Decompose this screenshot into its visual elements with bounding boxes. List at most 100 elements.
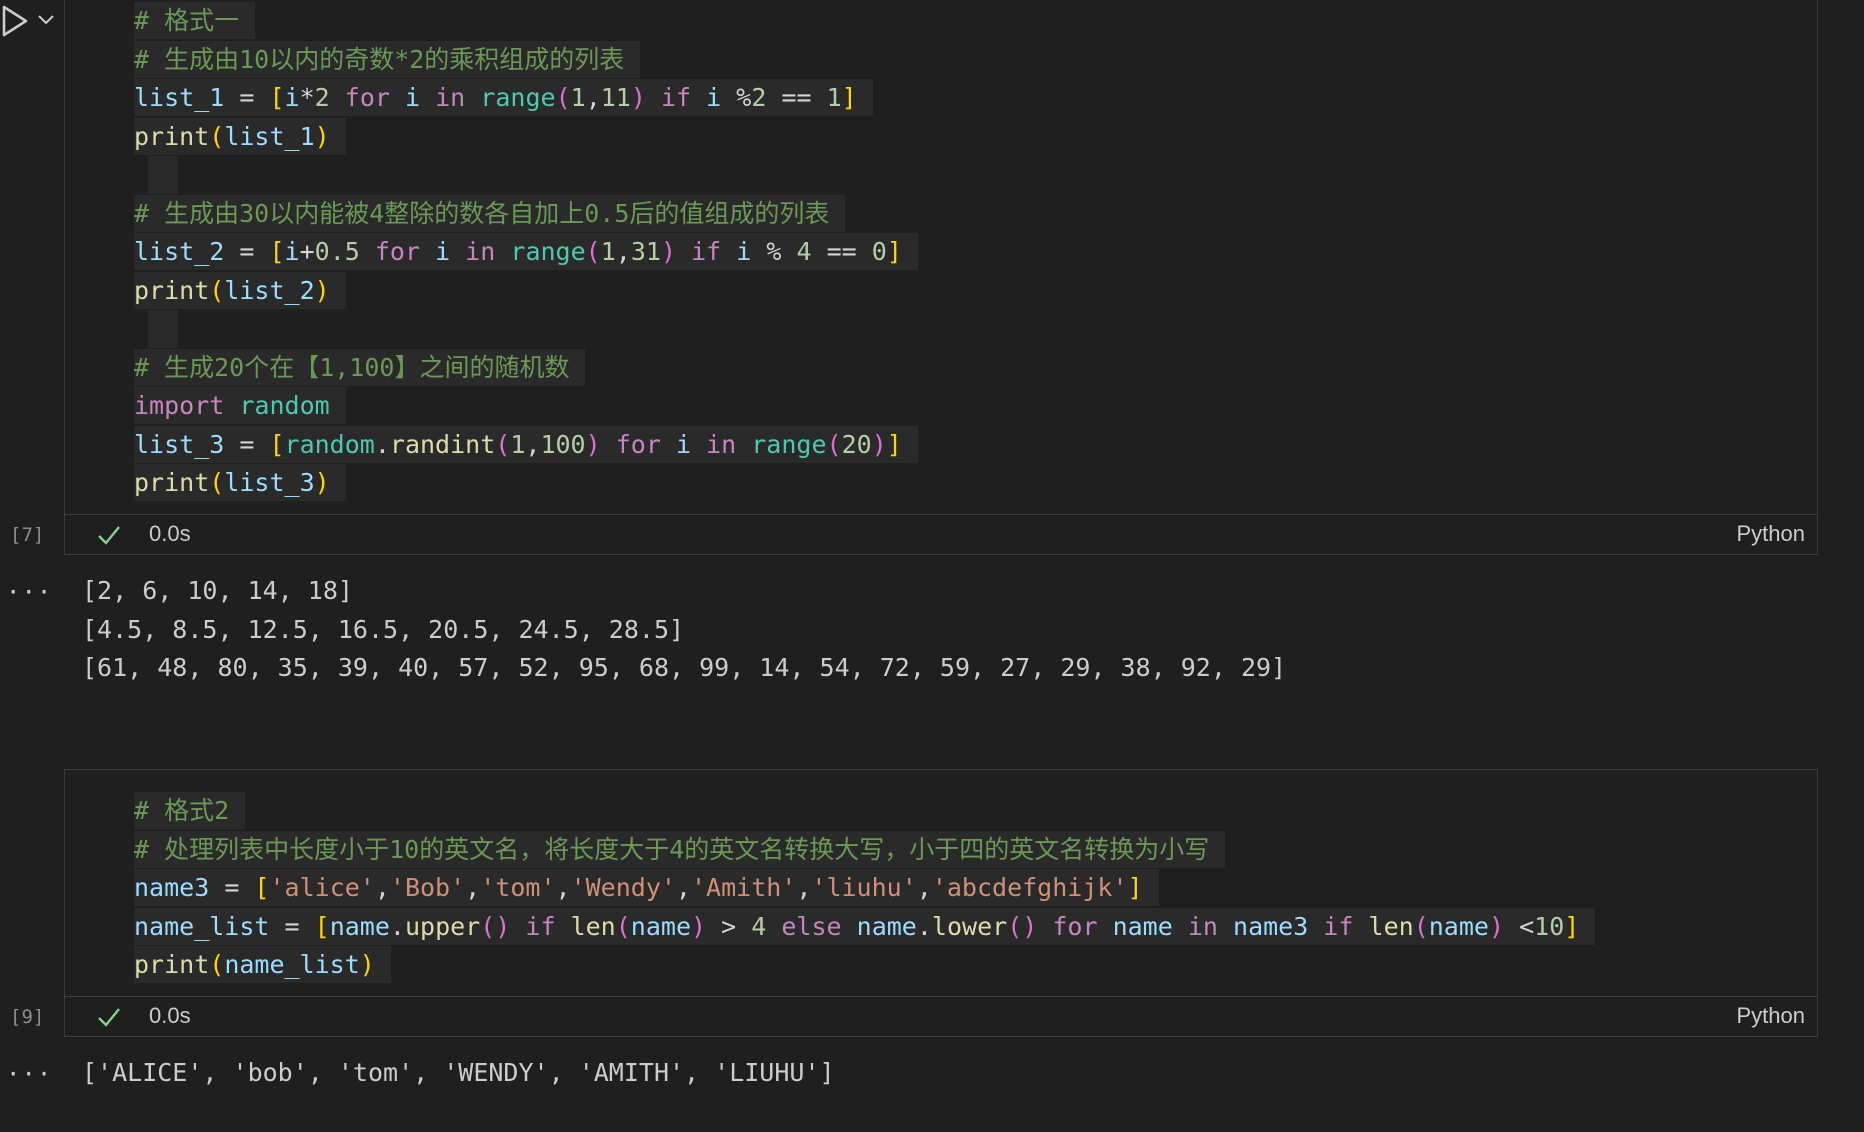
code-token: range: [751, 429, 827, 459]
code-token: ,: [585, 83, 601, 112]
code-line[interactable]: # 生成由10以内的奇数*2的乘积组成的列表: [134, 40, 641, 79]
code-token: 1: [600, 237, 616, 266]
code-token: +: [299, 237, 315, 266]
code-token: [: [269, 429, 285, 459]
code-token: =: [209, 873, 255, 902]
code-token: <: [1504, 911, 1535, 941]
code-token: 0.5: [314, 237, 360, 266]
code-token: [: [269, 237, 285, 266]
code-token: list_2: [134, 237, 225, 266]
code-token: ]: [841, 83, 857, 112]
code-token: (): [480, 911, 511, 941]
code-line[interactable]: print(list_1): [134, 117, 346, 156]
cell-language[interactable]: Python: [1737, 1003, 1806, 1029]
code-line[interactable]: list_1 = [i*2 for i in range(1,11) if i …: [134, 79, 873, 117]
code-token: 100: [540, 429, 586, 459]
code-token: if: [691, 237, 722, 266]
code-token: 1: [510, 429, 526, 459]
code-token: i: [675, 429, 692, 459]
code-token: 'Amith': [690, 873, 797, 902]
output-more-button[interactable]: ···: [6, 578, 52, 606]
code-token: print: [134, 468, 210, 497]
output-line: [4.5, 8.5, 12.5, 16.5, 20.5, 24.5, 28.5]: [82, 614, 685, 644]
code-token: random: [239, 391, 330, 420]
code-token: list_2: [224, 275, 315, 305]
code-token: if: [525, 911, 556, 941]
chevron-down-icon[interactable]: [36, 10, 56, 30]
output-more-button[interactable]: ···: [6, 1060, 52, 1088]
code-line[interactable]: print(list_2): [134, 271, 346, 310]
code-token: for: [1052, 911, 1098, 941]
code-token: (: [209, 121, 225, 151]
code-line[interactable]: list_2 = [i+0.5 for i in range(1,31) if …: [134, 233, 918, 271]
code-line[interactable]: name_list = [name.upper() if len(name) >…: [134, 907, 1596, 946]
code-token: ]: [1564, 911, 1580, 941]
code-token: 2: [314, 83, 330, 112]
run-icon[interactable]: [0, 4, 30, 38]
code-token: # 生成由10以内的奇数*2的乘积组成的列表: [134, 44, 625, 74]
code-line[interactable]: # 格式一: [134, 2, 256, 40]
code-token: in: [706, 429, 737, 459]
code-token: ): [359, 950, 375, 979]
code-line-blank[interactable]: [148, 156, 178, 194]
code-token: name: [1112, 911, 1173, 941]
code-token: =: [224, 237, 270, 266]
code-token: [: [254, 873, 270, 902]
code-line[interactable]: # 处理列表中长度小于10的英文名，将长度大于4的英文名转换大写，小于四的英文名…: [134, 830, 1226, 869]
code-token: ,: [555, 873, 571, 902]
notebook: # 格式一 # 生成由10以内的奇数*2的乘积组成的列表 list_1 = [i*2…: [0, 0, 1864, 1132]
code-line[interactable]: list_3 = [random.randint(1,100) for i in…: [134, 425, 918, 464]
code-line[interactable]: print(name_list): [134, 946, 391, 984]
code-line[interactable]: import random: [134, 387, 346, 425]
code-line[interactable]: # 生成20个在【1,100】之间的随机数: [134, 348, 586, 387]
code-token: (: [555, 83, 571, 112]
code-token: >: [706, 911, 752, 941]
code-token: ): [691, 911, 707, 941]
code-line[interactable]: # 生成由30以内能被4整除的数各自加上0.5后的值组成的列表: [134, 194, 846, 233]
code-token: name3: [1233, 911, 1309, 941]
cell-status-bar: 0.0s Python: [64, 997, 1818, 1037]
code-token: name: [856, 911, 917, 941]
code-token: ): [630, 83, 646, 112]
code-token: (: [209, 468, 225, 497]
code-token: ,: [374, 873, 390, 902]
code-token: 20: [841, 429, 872, 459]
execution-time: 0.0s: [149, 521, 191, 546]
code-token: .: [374, 429, 390, 459]
code-token: print: [134, 121, 210, 151]
code-token: (: [495, 429, 511, 459]
code-token: 11: [600, 83, 631, 112]
code-line[interactable]: # 格式2: [134, 792, 246, 830]
code-token: # 处理列表中长度小于10的英文名，将长度大于4的英文名转换大写，小于四的英文名…: [134, 834, 1210, 864]
code-token: print: [134, 275, 210, 305]
code-line-blank[interactable]: [148, 310, 178, 348]
code-token: (: [826, 429, 842, 459]
code-line[interactable]: name3 = ['alice','Bob','tom','Wendy','Am…: [134, 869, 1159, 907]
code-line[interactable]: print(list_3): [134, 464, 346, 502]
code-token: 0: [871, 237, 887, 266]
code-token: name_list: [134, 911, 270, 941]
code-token: import: [134, 391, 225, 420]
code-token: =: [269, 911, 315, 941]
code-token: len: [570, 911, 616, 941]
code-token: 1: [826, 83, 842, 112]
code-token: 2: [751, 83, 767, 112]
cell-language[interactable]: Python: [1737, 521, 1806, 547]
code-token: len: [1368, 911, 1414, 941]
code-token: 'abcdefghijk': [931, 873, 1128, 902]
code-token: 'Bob': [389, 873, 466, 902]
